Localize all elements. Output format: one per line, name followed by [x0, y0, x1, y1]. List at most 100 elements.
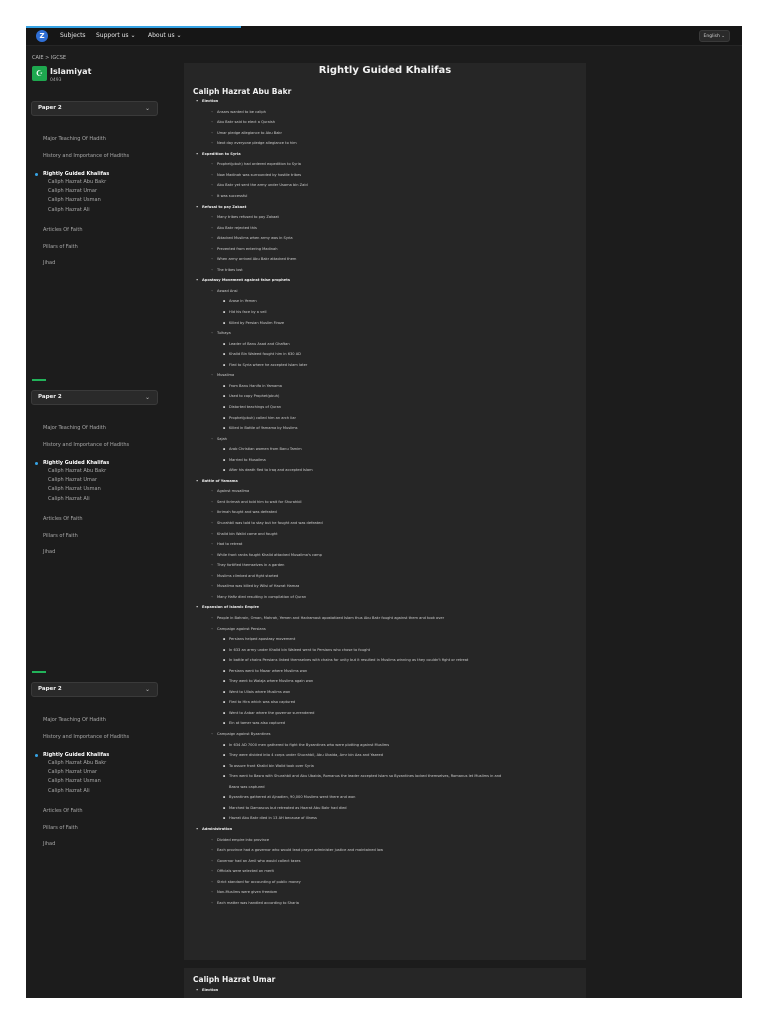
paper-select-label: Paper 2 — [38, 686, 62, 692]
outline-item: They were divided into 4 corps under Shu… — [223, 753, 383, 757]
sidebar-item[interactable]: History and Importance of Hadiths — [43, 442, 129, 448]
sidebar-item[interactable]: History and Importance of Hadiths — [43, 734, 129, 740]
paper-select-label: Paper 2 — [38, 105, 62, 111]
sidebar-item[interactable]: Rightly Guided Khalifas — [43, 460, 109, 466]
app-window: Z Subjects Support us ⌄ About us ⌄ Engli… — [26, 26, 742, 998]
nav-support-us[interactable]: Support us ⌄ — [96, 26, 136, 46]
sidebar-subitem[interactable]: Caliph Hazrat Umar — [48, 477, 97, 483]
outline-item: In 633 an army under Khalid bin Waleed w… — [223, 648, 370, 652]
section-title: Caliph Hazrat Umar — [193, 975, 276, 984]
sidebar-item[interactable]: Jihad — [43, 549, 55, 555]
outline-item: Against musailma — [211, 489, 249, 493]
outline-item: Umar pledge allegiance to Abu Bakr — [211, 131, 282, 135]
outline-item: Administration — [196, 827, 232, 831]
outline-item: Election — [196, 99, 218, 103]
outline-item: Many tribes refused to pay Zakaat — [211, 215, 279, 219]
outline-item: Abu Bakr said to elect a Quraish — [211, 120, 275, 124]
outline-item: They fortified themselves in a garden — [211, 563, 285, 567]
sidebar-item[interactable]: Jihad — [43, 841, 55, 847]
top-navigation: Z Subjects Support us ⌄ About us ⌄ Engli… — [26, 26, 742, 46]
outline-item: Next day everyone pledge allegiance to h… — [211, 141, 297, 145]
outline-item: Each matter was handled according to Sha… — [211, 901, 299, 905]
outline-item: Distorted teachings of Quran — [223, 405, 281, 409]
outline-item: To assure front Khalid bin Walid took ov… — [223, 764, 314, 768]
outline-item: Hazrat Abu Bakr died in 13 AH because of… — [223, 816, 317, 820]
sidebar-subitem[interactable]: Caliph Hazrat Ali — [48, 788, 90, 794]
section-divider — [32, 671, 46, 673]
sidebar-subitem[interactable]: Caliph Hazrat Abu Bakr — [48, 179, 106, 185]
sidebar-item[interactable]: Rightly Guided Khalifas — [43, 171, 109, 177]
outline-item: Basra was captured — [229, 784, 265, 789]
outline-item: Persians helped apostasy movement — [223, 637, 295, 641]
logo-icon[interactable]: Z — [36, 30, 48, 42]
outline-item: The tribes lost — [211, 268, 243, 272]
sidebar-item[interactable]: Articles Of Faith — [43, 808, 83, 814]
section-title: Caliph Hazrat Abu Bakr — [193, 87, 292, 96]
outline-item: Ikrimah fought and was defeated — [211, 510, 277, 514]
outline-item: Battle of Yamama — [196, 479, 238, 483]
nav-subjects[interactable]: Subjects — [60, 26, 86, 46]
sidebar-subitem[interactable]: Caliph Hazrat Abu Bakr — [48, 760, 106, 766]
sidebar-subitem[interactable]: Caliph Hazrat Umar — [48, 188, 97, 194]
outline-item: They went to Walaja where Muslims again … — [223, 679, 313, 683]
outline-item: Campaign against Byzantines — [211, 732, 270, 736]
sidebar-item[interactable]: Pillars of Faith — [43, 825, 78, 831]
outline-item: Aswad Ansi — [211, 289, 237, 293]
sidebar-item[interactable]: Major Teaching Of Hadith — [43, 425, 106, 431]
sidebar-item[interactable]: Major Teaching Of Hadith — [43, 717, 106, 723]
subject-title: Islamiyat — [50, 67, 92, 76]
outline-item: Each province had a governor who would l… — [211, 848, 383, 852]
paper-select[interactable]: Paper 2 ⌄ — [31, 101, 158, 116]
chevron-down-icon: ⌄ — [144, 686, 150, 693]
sidebar-item[interactable]: History and Importance of Hadiths — [43, 153, 129, 159]
outline-item: Abu Bakr yet sent the army under Usama b… — [211, 183, 308, 187]
outline-item: People in Bahrain, Oman, Mahrah, Yemen a… — [211, 616, 444, 620]
sidebar-item[interactable]: Pillars of Faith — [43, 244, 78, 250]
subject-code: 0493 — [50, 78, 62, 83]
active-indicator — [35, 754, 38, 757]
paper-select[interactable]: Paper 2 ⌄ — [31, 682, 158, 697]
language-select[interactable]: English ⌄ — [698, 30, 730, 42]
nav-about-us[interactable]: About us ⌄ — [148, 26, 182, 46]
outline-item: Killed by Persian Muslim Firoze — [223, 321, 284, 325]
outline-item: Used to copy Prophet(pbuh) — [223, 394, 279, 398]
paper-select[interactable]: Paper 2 ⌄ — [31, 390, 158, 405]
sidebar-subitem[interactable]: Caliph Hazrat Umar — [48, 769, 97, 775]
sidebar-subitem[interactable]: Caliph Hazrat Usman — [48, 197, 101, 203]
outline-item: Fled to Syria where he accepted Islam la… — [223, 363, 307, 367]
outline-item: Married to Musailma — [223, 458, 266, 462]
outline-item: Governor had an Amil who would collect t… — [211, 859, 301, 863]
sidebar-item[interactable]: Pillars of Faith — [43, 533, 78, 539]
sidebar-item[interactable]: Articles Of Faith — [43, 516, 83, 522]
sidebar-subitem[interactable]: Caliph Hazrat Usman — [48, 486, 101, 492]
outline-item: Fled to Hira which was also captured — [223, 700, 295, 704]
breadcrumb[interactable]: CAIE > IGCSE — [32, 55, 66, 61]
sidebar-subitem[interactable]: Caliph Hazrat Usman — [48, 778, 101, 784]
outline-item: Expedition to Syria — [196, 152, 241, 156]
outline-item: Khalid bin Walid came and fought — [211, 532, 278, 536]
sidebar-item[interactable]: Major Teaching Of Hadith — [43, 136, 106, 142]
sidebar-subitem[interactable]: Caliph Hazrat Abu Bakr — [48, 468, 106, 474]
outline-item: Ein at tamer was also captured — [223, 721, 285, 725]
outline-item: Apostasy Movement against false prophets — [196, 278, 290, 282]
sidebar-item[interactable]: Jihad — [43, 260, 55, 266]
outline-item: Attacked Muslims when army was in Syria — [211, 236, 293, 240]
outline-item: Now Madinah was surrounded by hostile tr… — [211, 173, 301, 177]
content-card: Rightly Guided Khalifas Caliph Hazrat Ab… — [184, 63, 586, 960]
sidebar-subitem[interactable]: Caliph Hazrat Ali — [48, 496, 90, 502]
outline-item: Many Hafiz died resulting in compilation… — [211, 595, 306, 599]
outline-item: Sajah — [211, 437, 227, 441]
outline-item: Expansion of Islamic Empire — [196, 605, 259, 609]
outline-item: Election — [196, 988, 218, 992]
sidebar-subitem[interactable]: Caliph Hazrat Ali — [48, 207, 90, 213]
outline-item: In 634 AD 7000 men gathered to fight the… — [223, 743, 389, 747]
outline-item: Went to Anbar where the governor surrend… — [223, 711, 314, 715]
outline-item: Prophet(pbuh) had ordered expedition to … — [211, 162, 301, 166]
sidebar-item[interactable]: Rightly Guided Khalifas — [43, 752, 109, 758]
sidebar-item[interactable]: Articles Of Faith — [43, 227, 83, 233]
outline-item: Shurahbil was told to stay but he fought… — [211, 521, 323, 525]
outline-item: Killed in Battle of Yamama by Muslims — [223, 426, 298, 430]
outline-item: After his death fled to Iraq and accepte… — [223, 468, 313, 472]
outline-item: When army arrived Abu Bakr attacked them — [211, 257, 296, 261]
outline-item: In battle of chains Persians linked them… — [223, 658, 468, 662]
